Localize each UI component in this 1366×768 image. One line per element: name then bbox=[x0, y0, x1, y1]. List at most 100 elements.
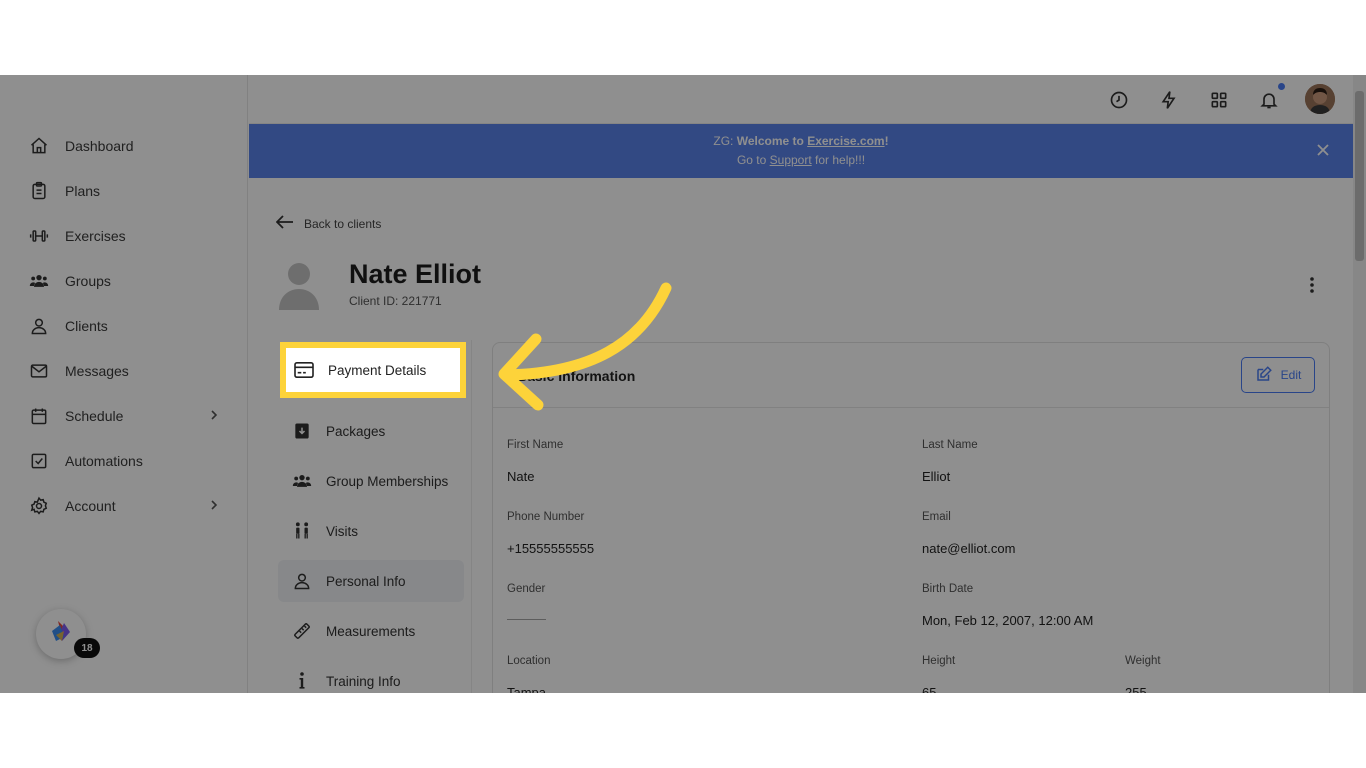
sidebar-item-label: Account bbox=[65, 498, 116, 514]
subnav-label: Payment Details bbox=[328, 362, 427, 378]
subnav-item-training-info[interactable]: Training Info bbox=[278, 660, 464, 693]
app-screen: Dashboard Plans Exercises Groups Clients bbox=[0, 75, 1366, 693]
subnav-label: Group Memberships bbox=[326, 473, 449, 489]
subnav-item-visits[interactable]: Visits bbox=[278, 510, 464, 552]
sidebar-item-label: Messages bbox=[65, 363, 129, 379]
location-value: Tampa bbox=[507, 685, 547, 693]
announcement-banner: ZG: Welcome to Exercise.com! Go to Suppo… bbox=[249, 124, 1353, 178]
subnav-label: Packages bbox=[326, 423, 386, 439]
ruler-icon bbox=[290, 620, 314, 642]
subnav-label: Measurements bbox=[326, 623, 416, 639]
check-square-icon bbox=[28, 450, 50, 472]
banner-prefix: ZG: bbox=[713, 134, 737, 148]
subnav-item-personal-info[interactable]: Personal Info bbox=[278, 560, 464, 602]
banner-goto: Go to bbox=[736, 153, 770, 167]
phone-value: +15555555555 bbox=[507, 541, 595, 556]
arrow-left-icon bbox=[275, 215, 294, 232]
chevron-right-icon bbox=[208, 498, 220, 515]
birth-date-label: Birth Date bbox=[922, 583, 974, 595]
sidebar: Dashboard Plans Exercises Groups Clients bbox=[0, 75, 248, 693]
sidebar-item-exercises[interactable]: Exercises bbox=[28, 221, 220, 251]
apps-grid-icon[interactable] bbox=[1208, 89, 1230, 111]
basic-information-card: Basic Information Edit First Name Nate L… bbox=[492, 342, 1330, 693]
first-name-value: Nate bbox=[507, 469, 535, 484]
sidebar-item-clients[interactable]: Clients bbox=[28, 311, 220, 341]
height-label: Height bbox=[922, 655, 956, 667]
topbar bbox=[249, 75, 1353, 124]
location-label: Location bbox=[507, 655, 551, 667]
info-icon bbox=[290, 670, 314, 692]
subnav-label: Visits bbox=[326, 523, 359, 539]
exercise-link[interactable]: Exercise.com bbox=[807, 134, 884, 148]
sidebar-item-messages[interactable]: Messages bbox=[28, 356, 220, 386]
bell-icon[interactable] bbox=[1258, 89, 1280, 111]
subnav-label: Training Info bbox=[326, 673, 401, 689]
users-icon bbox=[28, 270, 50, 292]
edit-button[interactable]: Edit bbox=[1241, 357, 1315, 393]
bolt-icon[interactable] bbox=[1158, 89, 1180, 111]
gear-icon bbox=[28, 495, 50, 517]
scrollbar-thumb[interactable] bbox=[1355, 91, 1364, 261]
sidebar-item-label: Plans bbox=[65, 183, 101, 199]
close-icon[interactable] bbox=[1315, 142, 1331, 158]
sidebar-item-groups[interactable]: Groups bbox=[28, 266, 220, 296]
chevron-right-icon bbox=[208, 408, 220, 425]
birth-date-value: Mon, Feb 12, 2007, 12:00 AM bbox=[922, 613, 1094, 628]
sidebar-item-label: Clients bbox=[65, 318, 108, 334]
first-name-label: First Name bbox=[507, 439, 564, 451]
calendar-icon bbox=[28, 405, 50, 427]
clock-icon[interactable] bbox=[1108, 89, 1130, 111]
banner-welcome: Welcome to bbox=[736, 134, 808, 148]
mail-icon bbox=[28, 360, 50, 382]
sidebar-item-label: Exercises bbox=[65, 228, 126, 244]
more-options-icon[interactable] bbox=[1304, 275, 1320, 295]
user-icon bbox=[28, 315, 50, 337]
users-icon bbox=[290, 470, 314, 492]
notification-dot bbox=[1278, 83, 1285, 90]
sidebar-item-label: Dashboard bbox=[65, 138, 134, 154]
sidebar-item-plans[interactable]: Plans bbox=[28, 176, 220, 206]
sidebar-item-account[interactable]: Account bbox=[28, 491, 220, 521]
edit-icon bbox=[1255, 365, 1273, 386]
subnav-item-measurements[interactable]: Measurements bbox=[278, 610, 464, 652]
sidebar-item-schedule[interactable]: Schedule bbox=[28, 401, 220, 431]
client-avatar-icon bbox=[277, 258, 321, 312]
dumbbell-icon bbox=[28, 225, 50, 247]
client-id: Client ID: 221771 bbox=[349, 294, 442, 308]
last-name-label: Last Name bbox=[922, 439, 978, 451]
sidebar-item-automations[interactable]: Automations bbox=[28, 446, 220, 476]
package-icon bbox=[290, 420, 314, 442]
avatar[interactable] bbox=[1305, 84, 1335, 114]
weight-label: Weight bbox=[1125, 655, 1161, 667]
credit-card-icon bbox=[292, 359, 316, 381]
user-icon bbox=[290, 570, 314, 592]
support-link[interactable]: Support bbox=[770, 153, 812, 167]
edit-label: Edit bbox=[1280, 368, 1302, 382]
card-header: Basic Information Edit bbox=[493, 343, 1329, 408]
home-icon bbox=[28, 135, 50, 157]
sidebar-item-label: Automations bbox=[65, 453, 143, 469]
gender-value: ——— bbox=[507, 611, 546, 626]
subnav-item-payment-details[interactable]: Payment Details bbox=[280, 342, 466, 398]
height-value: 65 bbox=[922, 685, 937, 693]
launcher-logo-icon bbox=[46, 617, 76, 652]
subnav-item-packages[interactable]: Packages bbox=[278, 410, 464, 452]
clipboard-icon bbox=[28, 180, 50, 202]
weight-value: 255 bbox=[1125, 685, 1147, 693]
sidebar-item-dashboard[interactable]: Dashboard bbox=[28, 131, 220, 161]
back-to-clients-link[interactable]: Back to clients bbox=[275, 215, 382, 232]
sidebar-item-label: Groups bbox=[65, 273, 111, 289]
banner-help: for help!!! bbox=[811, 153, 866, 167]
last-name-value: Elliot bbox=[922, 469, 951, 484]
sidebar-item-label: Schedule bbox=[65, 408, 124, 424]
subnav-label: Personal Info bbox=[326, 573, 406, 589]
banner-exclaim: ! bbox=[884, 134, 889, 148]
people-walking-icon bbox=[290, 520, 314, 542]
gender-label: Gender bbox=[507, 583, 546, 595]
phone-label: Phone Number bbox=[507, 511, 585, 523]
email-label: Email bbox=[922, 511, 951, 523]
email-value: nate@elliot.com bbox=[922, 541, 1016, 556]
subnav-item-group-memberships[interactable]: Group Memberships bbox=[278, 460, 464, 502]
page-title: Nate Elliot bbox=[349, 259, 482, 289]
back-label: Back to clients bbox=[304, 216, 382, 231]
